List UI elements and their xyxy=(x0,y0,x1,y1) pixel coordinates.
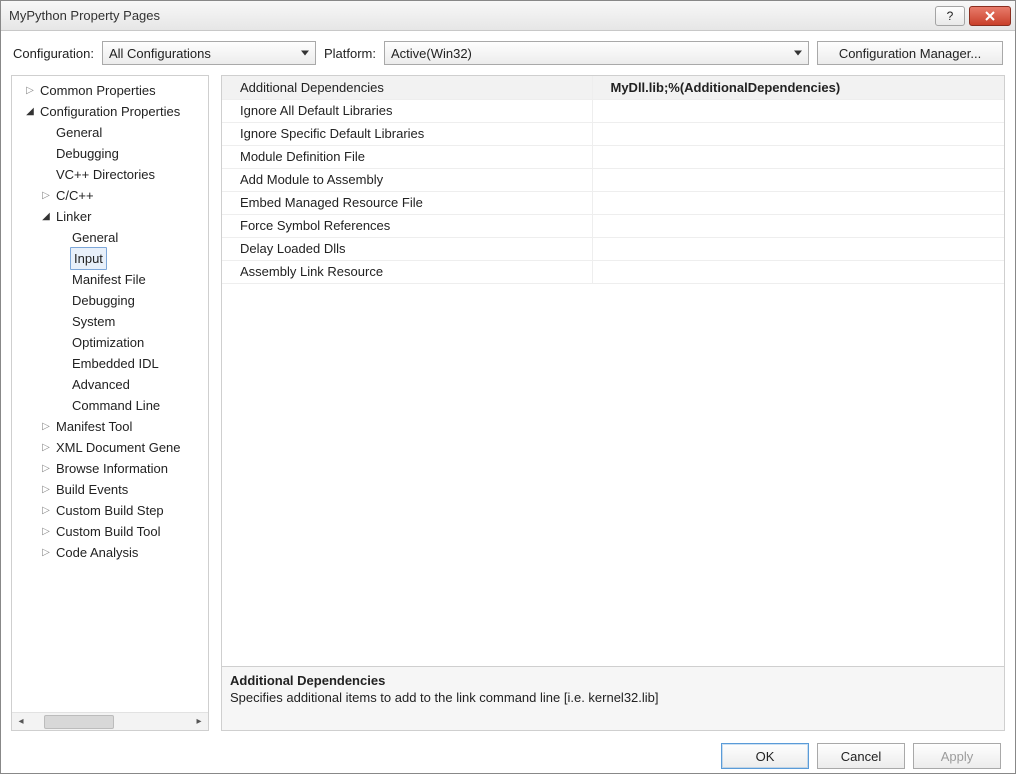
property-row[interactable]: Additional DependenciesMyDll.lib;%(Addit… xyxy=(222,76,1004,99)
expand-icon: ▷ xyxy=(40,416,52,437)
expand-icon: ▷ xyxy=(40,185,52,206)
tree-linker-system[interactable]: System xyxy=(18,311,208,332)
expand-icon: ▷ xyxy=(40,542,52,563)
property-value[interactable] xyxy=(592,191,1004,214)
tree-browse-info[interactable]: ▷Browse Information xyxy=(18,458,208,479)
scroll-track[interactable] xyxy=(30,714,190,730)
configuration-combo[interactable]: All Configurations xyxy=(102,41,316,65)
tree-xml-doc-gen[interactable]: ▷XML Document Gene xyxy=(18,437,208,458)
property-name: Additional Dependencies xyxy=(222,76,592,99)
description-title: Additional Dependencies xyxy=(230,673,996,688)
expand-icon: ▷ xyxy=(40,521,52,542)
tree-linker-manifest[interactable]: Manifest File xyxy=(18,269,208,290)
configuration-manager-button[interactable]: Configuration Manager... xyxy=(817,41,1003,65)
property-row[interactable]: Module Definition File xyxy=(222,145,1004,168)
tree-linker-input[interactable]: Input xyxy=(18,248,208,269)
tree-linker-embedded-idl[interactable]: Embedded IDL xyxy=(18,353,208,374)
config-row: Configuration: All Configurations Platfo… xyxy=(1,31,1015,75)
tree-configuration-properties[interactable]: ◢Configuration Properties xyxy=(18,101,208,122)
property-tree[interactable]: ▷Common Properties ◢Configuration Proper… xyxy=(12,76,208,712)
description-box: Additional Dependencies Specifies additi… xyxy=(221,667,1005,731)
property-value[interactable] xyxy=(592,122,1004,145)
property-name: Ignore All Default Libraries xyxy=(222,99,592,122)
tree-build-events[interactable]: ▷Build Events xyxy=(18,479,208,500)
platform-combo[interactable]: Active(Win32) xyxy=(384,41,809,65)
chevron-down-icon xyxy=(794,51,802,56)
property-row[interactable]: Force Symbol References xyxy=(222,214,1004,237)
apply-button[interactable]: Apply xyxy=(913,743,1001,769)
tree-horizontal-scrollbar[interactable]: ◂ ▸ xyxy=(12,712,208,730)
collapse-icon: ◢ xyxy=(24,101,36,122)
tree-ccpp[interactable]: ▷C/C++ xyxy=(18,185,208,206)
collapse-icon: ◢ xyxy=(40,206,52,227)
tree-linker-cmdline[interactable]: Command Line xyxy=(18,395,208,416)
tree-custom-build-tool[interactable]: ▷Custom Build Tool xyxy=(18,521,208,542)
expand-icon: ▷ xyxy=(40,458,52,479)
configuration-value: All Configurations xyxy=(109,46,211,61)
right-pane: Additional DependenciesMyDll.lib;%(Addit… xyxy=(221,75,1005,731)
tree-custom-build-step[interactable]: ▷Custom Build Step xyxy=(18,500,208,521)
scroll-right-icon[interactable]: ▸ xyxy=(190,714,208,730)
property-name: Ignore Specific Default Libraries xyxy=(222,122,592,145)
configuration-label: Configuration: xyxy=(13,46,94,61)
property-value[interactable] xyxy=(592,145,1004,168)
property-row[interactable]: Ignore Specific Default Libraries xyxy=(222,122,1004,145)
close-icon xyxy=(984,10,996,22)
property-row[interactable]: Embed Managed Resource File xyxy=(222,191,1004,214)
expand-icon: ▷ xyxy=(24,80,36,101)
tree-panel: ▷Common Properties ◢Configuration Proper… xyxy=(11,75,209,731)
property-value[interactable]: MyDll.lib;%(AdditionalDependencies) xyxy=(592,76,1004,99)
property-value[interactable] xyxy=(592,237,1004,260)
tree-linker-optimization[interactable]: Optimization xyxy=(18,332,208,353)
property-name: Embed Managed Resource File xyxy=(222,191,592,214)
dialog-footer: OK Cancel Apply xyxy=(1,731,1015,769)
tree-general[interactable]: General xyxy=(18,122,208,143)
tree-common-properties[interactable]: ▷Common Properties xyxy=(18,80,208,101)
property-grid[interactable]: Additional DependenciesMyDll.lib;%(Addit… xyxy=(221,75,1005,667)
expand-icon: ▷ xyxy=(40,500,52,521)
property-value[interactable] xyxy=(592,260,1004,283)
main-area: ▷Common Properties ◢Configuration Proper… xyxy=(1,75,1015,731)
tree-code-analysis[interactable]: ▷Code Analysis xyxy=(18,542,208,563)
titlebar: MyPython Property Pages ? xyxy=(1,1,1015,31)
property-value[interactable] xyxy=(592,99,1004,122)
property-name: Assembly Link Resource xyxy=(222,260,592,283)
description-text: Specifies additional items to add to the… xyxy=(230,690,996,705)
property-value[interactable] xyxy=(592,214,1004,237)
scroll-left-icon[interactable]: ◂ xyxy=(12,714,30,730)
cancel-button[interactable]: Cancel xyxy=(817,743,905,769)
close-button[interactable] xyxy=(969,6,1011,26)
cancel-label: Cancel xyxy=(841,749,881,764)
tree-linker-general[interactable]: General xyxy=(18,227,208,248)
help-button[interactable]: ? xyxy=(935,6,965,26)
chevron-down-icon xyxy=(301,51,309,56)
tree-linker-advanced[interactable]: Advanced xyxy=(18,374,208,395)
property-row[interactable]: Delay Loaded Dlls xyxy=(222,237,1004,260)
property-row[interactable]: Assembly Link Resource xyxy=(222,260,1004,283)
property-row[interactable]: Add Module to Assembly xyxy=(222,168,1004,191)
tree-linker[interactable]: ◢Linker xyxy=(18,206,208,227)
help-icon: ? xyxy=(947,9,954,23)
tree-manifest-tool[interactable]: ▷Manifest Tool xyxy=(18,416,208,437)
platform-label: Platform: xyxy=(324,46,376,61)
window-title: MyPython Property Pages xyxy=(9,8,931,23)
tree-debugging[interactable]: Debugging xyxy=(18,143,208,164)
expand-icon: ▷ xyxy=(40,437,52,458)
scroll-thumb[interactable] xyxy=(44,715,114,729)
configuration-manager-label: Configuration Manager... xyxy=(839,46,981,61)
property-name: Module Definition File xyxy=(222,145,592,168)
property-value[interactable] xyxy=(592,168,1004,191)
ok-button[interactable]: OK xyxy=(721,743,809,769)
tree-vcpp-directories[interactable]: VC++ Directories xyxy=(18,164,208,185)
expand-icon: ▷ xyxy=(40,479,52,500)
property-name: Add Module to Assembly xyxy=(222,168,592,191)
platform-value: Active(Win32) xyxy=(391,46,472,61)
apply-label: Apply xyxy=(941,749,974,764)
property-name: Force Symbol References xyxy=(222,214,592,237)
ok-label: OK xyxy=(756,749,775,764)
tree-linker-debugging[interactable]: Debugging xyxy=(18,290,208,311)
property-name: Delay Loaded Dlls xyxy=(222,237,592,260)
property-row[interactable]: Ignore All Default Libraries xyxy=(222,99,1004,122)
